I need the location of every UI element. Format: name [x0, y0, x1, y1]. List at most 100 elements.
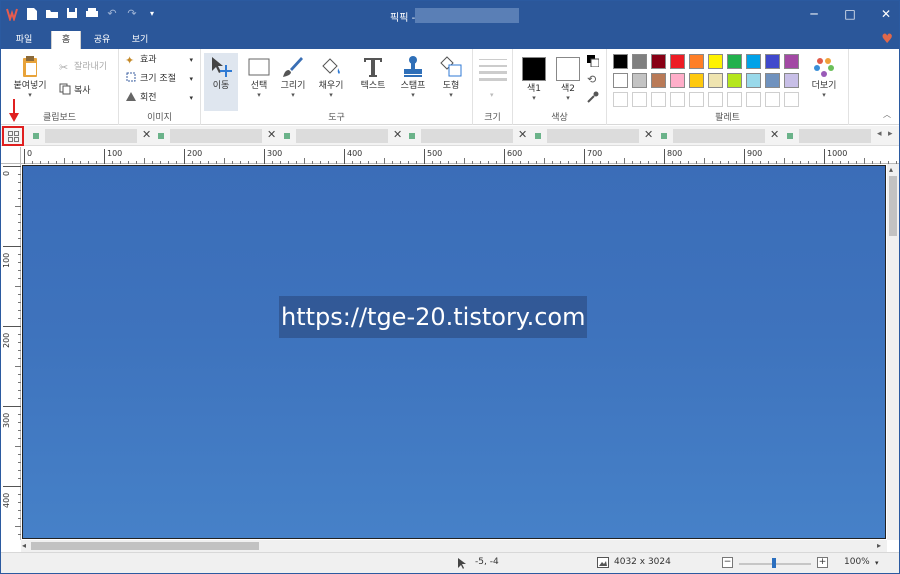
close-tab-icon[interactable]: ✕ — [518, 128, 527, 141]
palette-color-swatch[interactable] — [613, 54, 628, 69]
more-colors-button[interactable]: 더보기 ▾ — [805, 53, 843, 105]
line-size-button[interactable]: ▾ — [479, 57, 507, 99]
redo-icon[interactable]: ↷ — [125, 7, 139, 21]
text-tool-button[interactable]: 텍스트 — [355, 53, 391, 105]
palette-color-swatch[interactable] — [765, 54, 780, 69]
tab-view[interactable]: 보기 — [125, 31, 155, 49]
palette-color-swatch[interactable] — [651, 73, 666, 88]
zoom-level[interactable]: 100% — [844, 557, 870, 567]
scroll-right-icon[interactable]: ▸ — [877, 541, 881, 550]
custom-color-slot[interactable] — [746, 92, 761, 107]
move-tool-button[interactable]: 이동 — [204, 53, 238, 111]
tabs-scroll-left-icon[interactable]: ◂ — [877, 129, 882, 139]
color1-dropdown-icon[interactable]: ▾ — [519, 95, 549, 102]
custom-color-slot[interactable] — [689, 92, 704, 107]
close-tab-icon[interactable]: ✕ — [770, 128, 779, 141]
fill-tool-button[interactable]: 채우기 ▾ — [313, 53, 349, 105]
close-icon[interactable]: ✕ — [879, 6, 893, 22]
palette-color-swatch[interactable] — [689, 54, 704, 69]
stamp-tool-button[interactable]: 스탬프 ▾ — [395, 53, 431, 105]
customize-qat-icon[interactable]: ▾ — [145, 7, 159, 21]
size-dropdown-icon[interactable]: ▾ — [490, 91, 494, 99]
undo-icon[interactable]: ↶ — [105, 7, 119, 21]
color2-dropdown-icon[interactable]: ▾ — [553, 95, 583, 102]
image-canvas[interactable]: https://tge-20.tistory.com — [22, 165, 886, 539]
maximize-icon[interactable]: □ — [843, 6, 857, 22]
custom-color-slot[interactable] — [708, 92, 723, 107]
palette-color-swatch[interactable] — [670, 73, 685, 88]
heart-icon[interactable]: ♥ — [881, 32, 893, 47]
horizontal-scrollbar[interactable]: ◂ ▸ — [21, 540, 887, 552]
horizontal-scroll-thumb[interactable] — [31, 542, 259, 550]
print-icon[interactable] — [85, 7, 99, 21]
rotate-dropdown-icon[interactable]: ▾ — [189, 90, 193, 106]
copy-button[interactable]: 복사 — [59, 83, 91, 99]
palette-color-swatch[interactable] — [727, 73, 742, 88]
close-tab-icon[interactable]: ✕ — [267, 128, 276, 141]
palette-color-swatch[interactable] — [746, 54, 761, 69]
custom-color-slot[interactable] — [651, 92, 666, 107]
custom-color-slot[interactable] — [727, 92, 742, 107]
save-icon[interactable] — [65, 7, 79, 21]
shape-tool-button[interactable]: 도형 ▾ — [433, 53, 469, 105]
select-dropdown-icon[interactable]: ▾ — [241, 92, 277, 99]
close-tab-icon[interactable]: ✕ — [393, 128, 402, 141]
palette-color-swatch[interactable] — [746, 73, 761, 88]
zoom-out-button[interactable]: − — [722, 557, 733, 568]
palette-color-swatch[interactable] — [613, 73, 628, 88]
palette-color-swatch[interactable] — [670, 54, 685, 69]
zoom-slider-thumb[interactable] — [772, 558, 776, 568]
palette-color-swatch[interactable] — [632, 54, 647, 69]
tabs-scroll-right-icon[interactable]: ▸ — [888, 129, 893, 139]
resize-dropdown-icon[interactable]: ▾ — [189, 71, 193, 87]
close-tab-icon[interactable]: ✕ — [644, 128, 653, 141]
color1-button[interactable]: 색1 ▾ — [519, 53, 549, 105]
rotate-button[interactable]: 회전 ▾ — [125, 90, 197, 106]
scroll-left-icon[interactable]: ◂ — [22, 541, 26, 550]
resize-button[interactable]: 크기 조절 ▾ — [125, 71, 197, 87]
open-folder-icon[interactable] — [45, 7, 59, 21]
tab-share[interactable]: 공유 — [87, 31, 117, 49]
more-colors-dropdown-icon[interactable]: ▾ — [805, 92, 843, 99]
stamp-dropdown-icon[interactable]: ▾ — [395, 92, 431, 99]
zoom-in-button[interactable]: + — [817, 557, 828, 568]
palette-color-swatch[interactable] — [708, 54, 723, 69]
document-tab[interactable] — [787, 129, 871, 143]
swap-colors-icon[interactable]: ⟲ — [587, 73, 596, 86]
draw-dropdown-icon[interactable]: ▾ — [275, 92, 311, 99]
vertical-scrollbar[interactable]: ▴ — [887, 164, 899, 540]
scroll-up-icon[interactable]: ▴ — [889, 165, 893, 174]
zoom-dropdown-icon[interactable]: ▾ — [875, 559, 879, 567]
fill-dropdown-icon[interactable]: ▾ — [313, 92, 349, 99]
palette-color-swatch[interactable] — [784, 73, 799, 88]
collapse-ribbon-icon[interactable]: ︿ — [883, 109, 891, 120]
color2-button[interactable]: 색2 ▾ — [553, 53, 583, 105]
effects-dropdown-icon[interactable]: ▾ — [189, 52, 193, 68]
palette-color-swatch[interactable] — [632, 73, 647, 88]
palette-color-swatch[interactable] — [765, 73, 780, 88]
reset-colors-icon[interactable] — [587, 55, 600, 68]
palette-color-swatch[interactable] — [689, 73, 704, 88]
custom-color-slot[interactable] — [784, 92, 799, 107]
new-file-icon[interactable] — [25, 7, 39, 21]
palette-color-swatch[interactable] — [784, 54, 799, 69]
paste-dropdown-icon[interactable]: ▾ — [7, 92, 53, 99]
close-tab-icon[interactable]: ✕ — [142, 128, 151, 141]
palette-color-swatch[interactable] — [727, 54, 742, 69]
tab-home[interactable]: 홈 — [51, 31, 81, 49]
paste-button[interactable]: 붙여넣기 ▾ — [7, 53, 53, 105]
effects-button[interactable]: ✦ 효과 ▾ — [125, 52, 197, 68]
palette-color-swatch[interactable] — [708, 73, 723, 88]
cut-button[interactable]: ✂ 잘라내기 — [59, 59, 107, 75]
vertical-scroll-thumb[interactable] — [889, 176, 897, 236]
palette-color-swatch[interactable] — [651, 54, 666, 69]
minimize-icon[interactable]: ─ — [807, 6, 821, 22]
shape-dropdown-icon[interactable]: ▾ — [433, 92, 469, 99]
custom-color-slot[interactable] — [613, 92, 628, 107]
custom-color-slot[interactable] — [765, 92, 780, 107]
tab-file[interactable]: 파일 — [9, 31, 39, 49]
draw-tool-button[interactable]: 그리기 ▾ — [275, 53, 311, 105]
tab-overview-button[interactable] — [2, 126, 24, 146]
select-tool-button[interactable]: 선택 ▾ — [241, 53, 277, 105]
custom-color-slot[interactable] — [632, 92, 647, 107]
